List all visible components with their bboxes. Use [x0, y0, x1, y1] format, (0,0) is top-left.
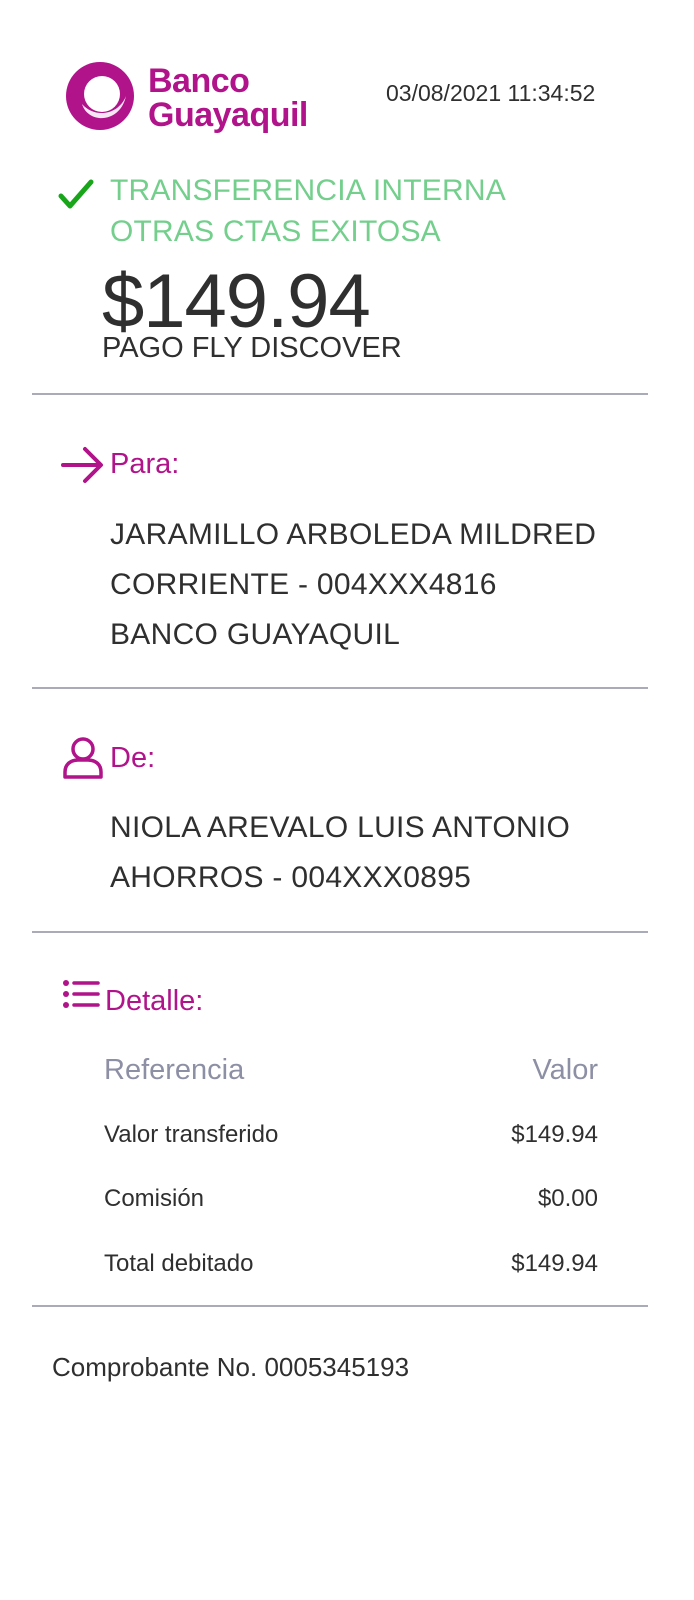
timestamp: 03/08/2021 11:34:52	[386, 80, 596, 106]
divider	[32, 393, 648, 395]
user-icon	[63, 737, 103, 779]
transaction-status: TRANSFERENCIA INTERNA OTRAS CTAS EXITOSA	[110, 170, 506, 252]
status-line2: OTRAS CTAS EXITOSA	[110, 215, 441, 248]
recipient-info: JARAMILLO ARBOLEDA MILDRED CORRIENTE - 0…	[110, 510, 596, 660]
to-section-title: Para:	[110, 448, 180, 480]
payment-concept: PAGO FLY DISCOVER	[102, 332, 402, 364]
recipient-bank: BANCO GUAYAQUIL	[110, 618, 401, 651]
list-icon	[63, 980, 100, 1008]
arrow-right-icon	[61, 447, 103, 483]
detail-row-value: $0.00	[537, 1185, 598, 1212]
recipient-name: JARAMILLO ARBOLEDA MILDRED	[110, 518, 597, 551]
bank-logo-text: Banco Guayaquil	[148, 64, 308, 132]
divider	[32, 1305, 648, 1307]
bank-name-line1: Banco	[148, 62, 250, 100]
detail-row-label: Valor transferido	[104, 1121, 279, 1148]
bank-logo-icon	[66, 62, 134, 130]
divider	[32, 687, 648, 689]
status-line1: TRANSFERENCIA INTERNA	[110, 174, 506, 207]
detail-row-value: $149.94	[511, 1121, 598, 1148]
recipient-account: CORRIENTE - 004XXX4816	[110, 568, 497, 601]
receipt-number: Comprobante No. 0005345193	[52, 1352, 410, 1382]
detail-row-label: Comisión	[104, 1185, 205, 1212]
bank-name-line2: Guayaquil	[148, 96, 308, 134]
sender-info: NIOLA AREVALO LUIS ANTONIO AHORROS - 004…	[110, 803, 570, 903]
detail-row-label: Total debitado	[104, 1250, 254, 1277]
details-section-title: Detalle:	[105, 985, 204, 1017]
check-icon	[58, 179, 94, 209]
column-header-reference: Referencia	[104, 1054, 245, 1086]
sender-name: NIOLA AREVALO LUIS ANTONIO	[110, 811, 571, 844]
detail-row-value: $149.94	[511, 1250, 598, 1277]
from-section-title: De:	[110, 742, 156, 774]
sender-account: AHORROS - 004XXX0895	[110, 861, 472, 894]
column-header-value: Valor	[532, 1054, 598, 1086]
divider	[32, 931, 648, 933]
